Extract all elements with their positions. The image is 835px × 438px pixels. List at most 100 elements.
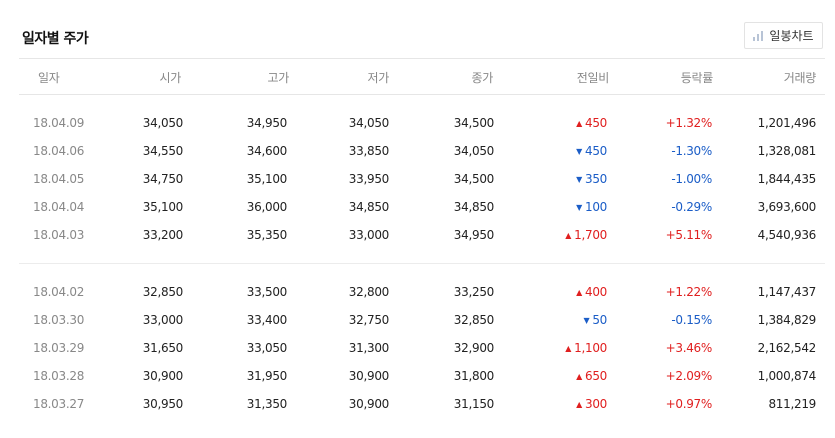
volume-cell: 1,201,496 — [757, 116, 817, 130]
low-cell: 30,900 — [348, 397, 390, 411]
change-value: 450 — [584, 144, 607, 158]
close-cell: 33,250 — [453, 285, 495, 299]
change-cell: ▲ 650 — [576, 369, 607, 383]
table-header: 일자 시가 고가 저가 종가 전일비 등락률 거래량 — [19, 58, 825, 95]
low-cell: 31,300 — [348, 341, 390, 355]
open-cell: 35,100 — [142, 200, 184, 214]
group-divider — [19, 263, 825, 264]
close-cell: 34,500 — [453, 172, 495, 186]
daily-chart-label: 일봉차트 — [769, 29, 814, 43]
triangle-down-icon: ▼ — [576, 175, 582, 184]
date-cell: 18.04.02 — [33, 285, 85, 299]
column-header-change: 전일비 — [576, 71, 610, 85]
table-row: 18.03.30 33,000 33,400 32,750 32,850 ▼ 50 -0.15… — [0, 307, 835, 335]
volume-cell: 4,540,936 — [757, 228, 817, 242]
change-cell: ▼ 450 — [576, 144, 607, 158]
table-row: 18.03.27 30,950 31,350 30,900 31,150 ▲ 300 +0.9… — [0, 391, 835, 419]
table-row: 18.04.04 35,100 36,000 34,850 34,850 ▼ 100 -0.2… — [0, 194, 835, 222]
volume-cell: 2,162,542 — [757, 341, 817, 355]
low-cell: 30,900 — [348, 369, 390, 383]
change-cell: ▼ 100 — [576, 200, 607, 214]
change-value: 100 — [584, 200, 607, 214]
close-cell: 32,900 — [453, 341, 495, 355]
open-cell: 34,050 — [142, 116, 184, 130]
volume-cell: 1,844,435 — [757, 172, 817, 186]
volume-cell: 811,219 — [768, 397, 816, 411]
low-cell: 32,800 — [348, 285, 390, 299]
date-cell: 18.03.27 — [33, 397, 85, 411]
change-value: 400 — [584, 285, 607, 299]
low-cell: 33,000 — [348, 228, 390, 242]
date-cell: 18.03.29 — [33, 341, 85, 355]
change-cell: ▲ 400 — [576, 285, 607, 299]
date-cell: 18.04.06 — [33, 144, 85, 158]
triangle-down-icon: ▼ — [583, 316, 590, 325]
triangle-down-icon: ▼ — [576, 203, 582, 212]
triangle-up-icon: ▲ — [576, 400, 582, 409]
table-row: 18.04.02 32,850 33,500 32,800 33,250 ▲ 400 +1.2… — [0, 279, 835, 307]
triangle-up-icon: ▲ — [565, 231, 572, 240]
table-row: 18.04.09 34,050 34,950 34,050 34,500 ▲ 450 +1.3… — [0, 110, 835, 138]
change-value: 450 — [584, 116, 607, 130]
close-cell: 34,050 — [453, 144, 495, 158]
column-header-date: 일자 — [38, 71, 60, 85]
rate-cell: -0.15% — [671, 313, 712, 327]
rate-cell: -0.29% — [671, 200, 712, 214]
column-header-rate: 등락률 — [680, 71, 714, 85]
change-cell: ▲ 450 — [576, 116, 607, 130]
high-cell: 35,350 — [246, 228, 288, 242]
close-cell: 34,500 — [453, 116, 495, 130]
triangle-up-icon: ▲ — [576, 372, 582, 381]
table-row: 18.03.29 31,650 33,050 31,300 32,900 ▲ 1,100 +3… — [0, 335, 835, 363]
date-cell: 18.03.30 — [33, 313, 85, 327]
change-cell: ▲ 300 — [576, 397, 607, 411]
close-cell: 34,850 — [453, 200, 495, 214]
table-row: 18.04.03 33,200 35,350 33,000 34,950 ▲ 1,700 +5… — [0, 222, 835, 250]
change-value: 1,100 — [574, 341, 607, 355]
close-cell: 31,800 — [453, 369, 495, 383]
column-header-open: 시가 — [159, 71, 182, 85]
page-title: 일자별 주가 — [22, 31, 89, 47]
rate-cell: +2.09% — [665, 369, 713, 383]
triangle-up-icon: ▲ — [576, 119, 582, 128]
volume-cell: 1,000,874 — [757, 369, 817, 383]
rate-cell: +3.46% — [665, 341, 713, 355]
change-cell: ▲ 1,100 — [565, 341, 607, 355]
table-row: 18.03.28 30,900 31,950 30,900 31,800 ▲ 650 +2.0… — [0, 363, 835, 391]
high-cell: 36,000 — [246, 200, 288, 214]
rate-cell: +1.22% — [665, 285, 713, 299]
triangle-down-icon: ▼ — [576, 147, 582, 156]
open-cell: 34,750 — [142, 172, 184, 186]
column-header-low: 저가 — [367, 71, 390, 85]
high-cell: 31,950 — [246, 369, 288, 383]
change-cell: ▼ 50 — [583, 313, 607, 327]
high-cell: 31,350 — [246, 397, 288, 411]
open-cell: 32,850 — [142, 285, 184, 299]
triangle-up-icon: ▲ — [576, 288, 582, 297]
volume-cell: 1,328,081 — [757, 144, 817, 158]
high-cell: 34,950 — [246, 116, 288, 130]
low-cell: 32,750 — [348, 313, 390, 327]
column-header-close: 종가 — [471, 71, 494, 85]
open-cell: 30,950 — [142, 397, 184, 411]
bar-chart-icon — [753, 30, 764, 41]
high-cell: 33,500 — [246, 285, 288, 299]
column-header-high: 고가 — [267, 71, 290, 85]
date-cell: 18.04.04 — [33, 200, 85, 214]
triangle-up-icon: ▲ — [565, 344, 572, 353]
open-cell: 31,650 — [142, 341, 184, 355]
volume-cell: 1,147,437 — [757, 285, 817, 299]
rate-cell: -1.00% — [671, 172, 712, 186]
date-cell: 18.03.28 — [33, 369, 85, 383]
volume-cell: 1,384,829 — [757, 313, 817, 327]
date-cell: 18.04.05 — [33, 172, 85, 186]
high-cell: 33,400 — [246, 313, 288, 327]
rate-cell: +5.11% — [665, 228, 713, 242]
change-cell: ▲ 1,700 — [565, 228, 607, 242]
low-cell: 33,850 — [348, 144, 390, 158]
change-value: 650 — [584, 369, 607, 383]
change-cell: ▼ 350 — [576, 172, 607, 186]
daily-chart-button[interactable]: 일봉차트 — [744, 22, 823, 49]
close-cell: 31,150 — [453, 397, 495, 411]
open-cell: 33,200 — [142, 228, 184, 242]
